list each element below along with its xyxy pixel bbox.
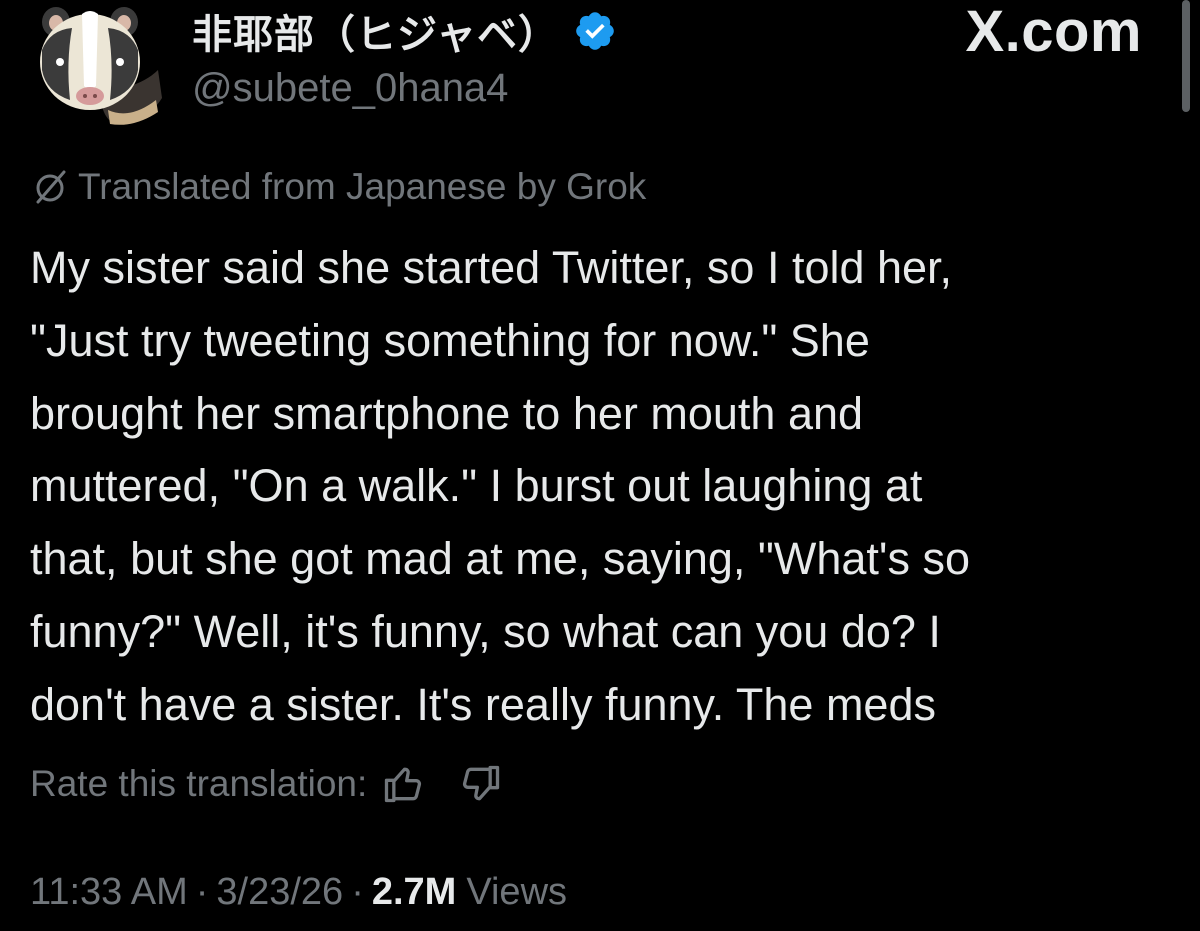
author-display-name[interactable]: 非耶部（ヒジャベ） [192, 2, 559, 60]
author-name-row[interactable]: 非耶部（ヒジャベ） [192, 2, 617, 60]
meta-separator: · [351, 870, 364, 913]
tweet-time[interactable]: 11:33 AM [30, 871, 188, 914]
rate-translation: Rate this translation: [30, 758, 505, 810]
translation-notice-text: Translated from Japanese by Grok [78, 166, 647, 207]
skunk-face-icon [40, 7, 162, 125]
views-count: 2.7M [371, 870, 457, 913]
views-label: Views [466, 870, 568, 913]
tweet-line: don't have a sister. It's really funny. … [30, 678, 936, 730]
tweet-date[interactable]: 3/23/26 [216, 871, 343, 914]
author-handle[interactable]: @subete_0hana4 [192, 66, 508, 111]
tweet-text: My sister said she started Twitter, so I… [30, 232, 1180, 742]
brand-label: X.com [965, 0, 1142, 64]
tweet-line: "Just try tweeting something for now." S… [30, 314, 870, 366]
avatar[interactable] [30, 0, 162, 128]
tweet-line: My sister said she started Twitter, so I… [30, 242, 953, 293]
meta-separator: · [195, 870, 209, 913]
tweet-meta: 11:33 AM · 3/23/26 · 2.7M Views [30, 866, 567, 918]
scrollbar[interactable] [1182, 0, 1190, 112]
verified-badge-icon [573, 9, 617, 53]
rate-translation-label: Rate this translation: [30, 763, 368, 804]
translation-notice: Translated from Japanese by Grok [30, 166, 646, 208]
thumbs-up-button[interactable] [379, 760, 427, 808]
thumbs-up-icon [385, 767, 422, 803]
tweet-line: brought her smartphone to her mouth and [30, 387, 864, 439]
grok-icon [30, 166, 72, 208]
thumbs-down-button[interactable] [457, 760, 505, 808]
tweet-line: that, but she got mad at me, saying, "Wh… [30, 533, 971, 585]
tweet-line: muttered, "On a walk." I burst out laugh… [30, 460, 923, 512]
thumbs-down-icon [463, 765, 500, 801]
tweet-line: funny?" Well, it's funny, so what can yo… [30, 605, 941, 657]
